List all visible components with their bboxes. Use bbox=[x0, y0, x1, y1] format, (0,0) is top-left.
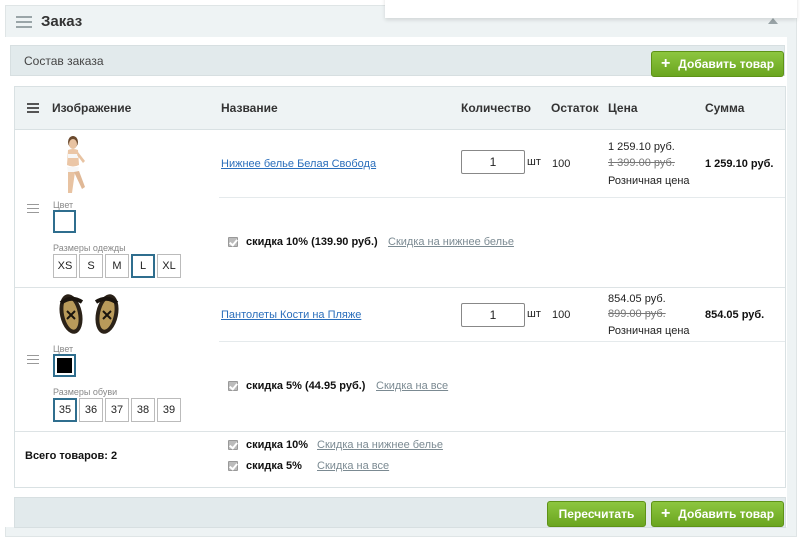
summary-discount-text: скидка 5% bbox=[246, 460, 302, 472]
quantity-input[interactable]: 1 bbox=[461, 150, 525, 174]
order-table: Изображение Название Количество Остаток … bbox=[14, 86, 786, 488]
summary-discount-link[interactable]: Скидка на нижнее белье bbox=[317, 439, 443, 451]
collapse-icon[interactable] bbox=[768, 18, 778, 24]
product-link[interactable]: Пантолеты Кости на Пляже bbox=[221, 309, 361, 321]
size-option[interactable]: S bbox=[79, 254, 103, 278]
price-type: Розничная цена bbox=[608, 325, 690, 337]
row-divider bbox=[15, 431, 785, 432]
plus-icon: + bbox=[660, 505, 671, 522]
table-header: Изображение Название Количество Остаток … bbox=[15, 87, 785, 130]
row-divider bbox=[15, 287, 785, 288]
size-selector: 35 36 37 38 39 bbox=[53, 398, 193, 422]
discount-checkbox[interactable] bbox=[228, 381, 238, 391]
size-option[interactable]: XL bbox=[157, 254, 181, 278]
size-option[interactable]: XS bbox=[53, 254, 77, 278]
add-product-label: Добавить товар bbox=[678, 57, 775, 71]
discount-link[interactable]: Скидка на все bbox=[376, 380, 448, 392]
color-swatch-white[interactable] bbox=[53, 210, 76, 233]
color-swatch-black[interactable] bbox=[53, 354, 76, 377]
size-selector: XS S M L XL bbox=[53, 254, 193, 278]
total-items: Всего товаров: 2 bbox=[25, 450, 118, 462]
quantity-input[interactable]: 1 bbox=[461, 303, 525, 327]
sum-value: 854.05 руб. bbox=[705, 309, 765, 321]
sizes-label: Размеры обуви bbox=[53, 387, 118, 397]
add-product-label: Добавить товар bbox=[678, 507, 775, 521]
discount-link[interactable]: Скидка на нижнее белье bbox=[388, 236, 514, 248]
summary-discount-checkbox[interactable] bbox=[228, 440, 238, 450]
recalculate-button[interactable]: Пересчитать bbox=[547, 501, 646, 527]
discount-text: скидка 10% (139.90 руб.) bbox=[246, 236, 378, 248]
stock-value: 100 bbox=[552, 158, 571, 170]
size-option[interactable]: 38 bbox=[131, 398, 155, 422]
color-label: Цвет bbox=[53, 344, 74, 354]
stock-value: 100 bbox=[552, 309, 571, 321]
add-product-button-bottom[interactable]: + Добавить товар bbox=[651, 501, 784, 527]
col-quantity: Количество bbox=[461, 101, 531, 115]
add-product-button[interactable]: + Добавить товар bbox=[651, 51, 784, 77]
section-title: Состав заказа bbox=[24, 54, 104, 68]
unit-label: шт bbox=[527, 308, 541, 320]
product-image-lingerie bbox=[67, 136, 85, 193]
unit-label: шт bbox=[527, 156, 541, 168]
menu-icon[interactable] bbox=[16, 16, 32, 28]
discount-checkbox[interactable] bbox=[228, 237, 238, 247]
divider bbox=[219, 197, 785, 198]
dropdown-popup bbox=[385, 0, 797, 18]
price-value: 854.05 руб. bbox=[608, 293, 666, 305]
size-option[interactable]: 39 bbox=[157, 398, 181, 422]
plus-icon: + bbox=[660, 55, 671, 72]
summary-discount-link[interactable]: Скидка на все bbox=[317, 460, 389, 472]
sum-value: 1 259.10 руб. bbox=[705, 158, 774, 170]
col-price: Цена bbox=[608, 101, 638, 115]
discount-text: скидка 5% (44.95 руб.) bbox=[246, 380, 366, 392]
panel-title: Заказ bbox=[41, 13, 83, 30]
col-sum: Сумма bbox=[705, 101, 745, 115]
divider bbox=[219, 341, 785, 342]
drag-handle-icon[interactable] bbox=[27, 355, 39, 364]
product-image-sandals bbox=[59, 294, 119, 334]
recalculate-label: Пересчитать bbox=[558, 507, 635, 521]
price-value: 1 259.10 руб. bbox=[608, 141, 675, 153]
size-option-selected[interactable]: L bbox=[131, 254, 155, 278]
old-price-value: 1 399.00 руб. bbox=[608, 157, 675, 169]
product-link[interactable]: Нижнее белье Белая Свобода bbox=[221, 158, 376, 170]
color-label: Цвет bbox=[53, 200, 74, 210]
price-type: Розничная цена bbox=[608, 175, 690, 187]
col-stock: Остаток bbox=[551, 101, 599, 115]
col-name: Название bbox=[221, 101, 278, 115]
size-option-selected[interactable]: 35 bbox=[53, 398, 77, 422]
summary-discount-checkbox[interactable] bbox=[228, 461, 238, 471]
size-option[interactable]: 36 bbox=[79, 398, 103, 422]
old-price-value: 899.00 руб. bbox=[608, 308, 666, 320]
size-option[interactable]: 37 bbox=[105, 398, 129, 422]
col-image: Изображение bbox=[52, 101, 132, 115]
summary-discount-text: скидка 10% bbox=[246, 439, 309, 451]
drag-handle-icon[interactable] bbox=[27, 204, 39, 213]
sizes-label: Размеры одежды bbox=[53, 243, 126, 253]
columns-menu-icon[interactable] bbox=[27, 103, 39, 113]
size-option[interactable]: M bbox=[105, 254, 129, 278]
